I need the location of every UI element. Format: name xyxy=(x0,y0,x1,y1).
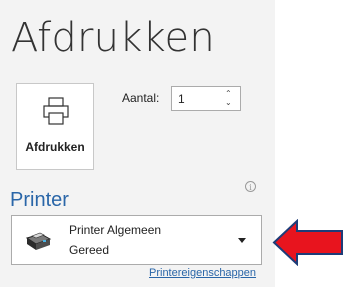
info-icon[interactable]: i xyxy=(245,181,256,192)
copies-spinner[interactable]: ⌃ ⌄ xyxy=(224,89,234,108)
print-panel: Afdrukken Afdrukken Aantal: 1 ⌃ ⌄ Printe… xyxy=(0,0,275,287)
copies-label: Aantal: xyxy=(122,91,160,105)
red-arrow-icon xyxy=(272,219,343,266)
printer-status: Gereed xyxy=(69,243,110,257)
page-title: Afdrukken xyxy=(11,15,215,61)
chevron-down-icon[interactable]: ⌄ xyxy=(225,99,232,107)
printer-device-icon xyxy=(25,232,52,250)
printer-icon xyxy=(43,97,69,125)
chevron-up-icon[interactable]: ⌃ xyxy=(225,90,232,98)
chevron-down-icon[interactable] xyxy=(238,238,246,243)
copies-value: 1 xyxy=(178,92,185,106)
copies-stepper[interactable]: 1 ⌃ ⌄ xyxy=(171,86,241,111)
printer-properties-link[interactable]: Printereigenschappen xyxy=(149,267,256,279)
printer-name: Printer Algemeen xyxy=(69,223,162,237)
printer-section-title: Printer xyxy=(10,189,69,211)
print-button[interactable]: Afdrukken xyxy=(16,83,94,170)
printer-select[interactable]: Printer Algemeen Gereed xyxy=(11,215,262,265)
print-button-label: Afdrukken xyxy=(25,140,85,154)
